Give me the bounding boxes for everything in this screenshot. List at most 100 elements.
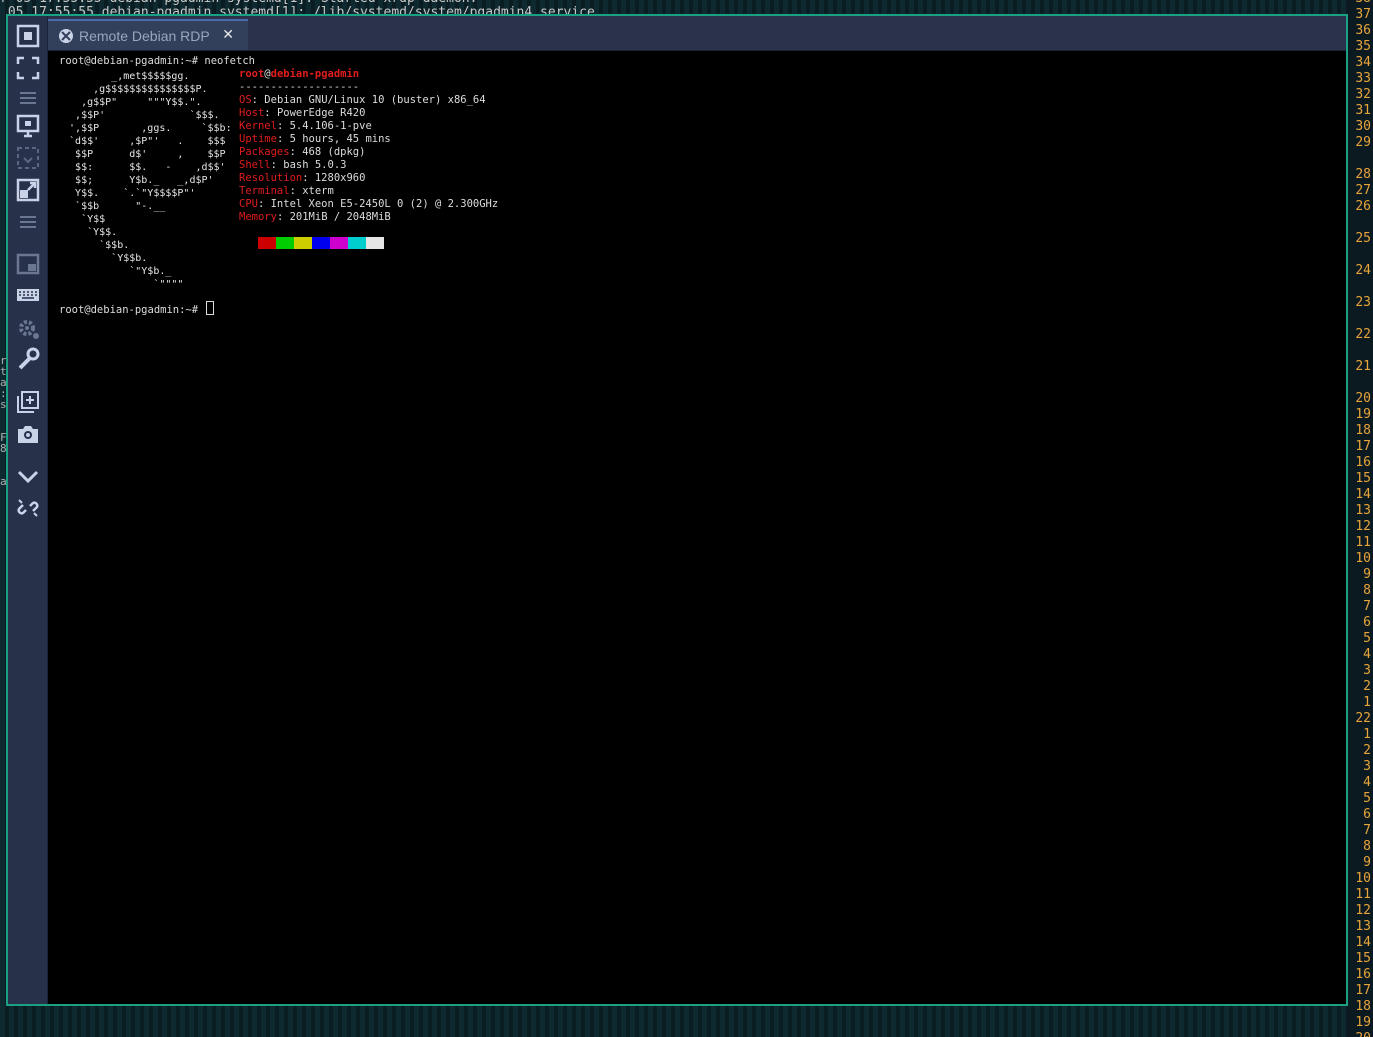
line-number: 22 [1355, 327, 1371, 342]
duplicate-icon[interactable] [15, 389, 41, 415]
line-number: 14 [1355, 487, 1371, 502]
info-key: Host [239, 107, 265, 119]
line-number: 18 [1355, 999, 1371, 1014]
color-swatch [312, 237, 330, 249]
line-number: 12 [1355, 903, 1371, 918]
line-number: 27 [1355, 183, 1371, 198]
line-number: 21 [1355, 359, 1371, 374]
info-line: Packages: 468 (dpkg) [239, 146, 365, 159]
line-number: 22 [1355, 711, 1371, 726]
menu-icon[interactable] [15, 85, 41, 111]
info-value: : 5 hours, 45 mins [276, 133, 391, 145]
line-number: 8 [1363, 583, 1371, 598]
line-number: 35 [1355, 39, 1371, 54]
line-number: 18 [1355, 423, 1371, 438]
line-number: 19 [1355, 407, 1371, 422]
info-key: OS [239, 94, 252, 106]
prompt-line: root@debian-pgadmin:~# neofetch [59, 55, 255, 67]
keyboard-icon[interactable] [15, 282, 41, 308]
line-number: 2 [1363, 679, 1371, 694]
info-line: Terminal: xterm [239, 185, 334, 198]
line-number: 10 [1355, 871, 1371, 886]
line-number: 9 [1363, 855, 1371, 870]
screenshot-icon[interactable] [15, 421, 41, 447]
info-value: : Intel Xeon E5-2450L 0 (2) @ 2.300GHz [257, 198, 499, 210]
line-number-gutter: 3837363534333231302928272625242322212019… [1346, 0, 1373, 1037]
info-line: Memory: 201MiB / 2048MiB [239, 211, 391, 224]
line-number: 1 [1363, 727, 1371, 742]
line-number: 5 [1363, 791, 1371, 806]
settings-icon[interactable] [15, 315, 41, 341]
info-key: CPU [239, 198, 258, 210]
line-number: 10 [1355, 551, 1371, 566]
line-number: 16 [1355, 967, 1371, 982]
info-key: Packages [239, 146, 290, 158]
info-line: Host: PowerEdge R420 [239, 107, 365, 120]
line-number: 29 [1355, 135, 1371, 150]
info-value: : 201MiB / 2048MiB [276, 211, 391, 223]
fit-window-icon[interactable] [15, 23, 41, 49]
minimize-icon[interactable] [15, 463, 41, 489]
info-key: Terminal [239, 185, 290, 197]
info-value: : 5.4.106-1-pve [276, 120, 372, 132]
tab-title: Remote Debian RDP [79, 27, 210, 44]
debian-ascii-logo: _,met$$$$$gg. ,g$$$$$$$$$$$$$$$P. ,g$$P"… [69, 71, 232, 290]
user-host-line: root@debian-pgadmin [239, 68, 359, 81]
line-number: 14 [1355, 935, 1371, 950]
info-value: : Debian GNU/Linux 10 (buster) x86_64 [251, 94, 486, 106]
info-value: : PowerEdge R420 [264, 107, 366, 119]
line-number: 15 [1355, 471, 1371, 486]
disconnect-icon[interactable] [15, 495, 41, 521]
color-swatch [276, 237, 294, 249]
scale-icon[interactable] [15, 113, 41, 139]
line-number: 3 [1363, 663, 1371, 678]
line-number: 25 [1355, 231, 1371, 246]
line-number: 4 [1363, 647, 1371, 662]
dynamic-resolution-icon[interactable] [15, 145, 41, 171]
info-key: Shell [239, 159, 271, 171]
line-number: 20 [1355, 1032, 1371, 1037]
line-number: 3 [1363, 759, 1371, 774]
remote-desktop-window: Remote Debian RDP ✕ root@debian-pgadmin:… [6, 14, 1348, 1006]
text-cursor [206, 301, 215, 315]
line-number: 9 [1363, 567, 1371, 582]
tools-icon[interactable] [15, 346, 41, 372]
info-line: Resolution: 1280x960 [239, 172, 365, 185]
line-number: 8 [1363, 839, 1371, 854]
info-line: Kernel: 5.4.106-1-pve [239, 120, 372, 133]
line-number: 5 [1363, 631, 1371, 646]
info-key: Uptime [239, 133, 277, 145]
menu-icon[interactable] [15, 209, 41, 235]
info-line: Uptime: 5 hours, 45 mins [239, 133, 391, 146]
user-name: root [239, 68, 265, 80]
info-value: : 468 (dpkg) [289, 146, 366, 158]
line-number: 33 [1355, 71, 1371, 86]
info-value: : bash 5.0.3 [270, 159, 347, 171]
host-name: debian-pgadmin [270, 68, 360, 80]
line-number: 31 [1355, 103, 1371, 118]
line-number: 2 [1363, 743, 1371, 758]
tab-close-button[interactable]: ✕ [222, 27, 234, 43]
fullscreen-icon[interactable] [15, 55, 41, 81]
info-value: : 1280x960 [302, 172, 366, 184]
info-value: : xterm [289, 185, 334, 197]
line-number: 36 [1355, 23, 1371, 38]
info-key: Memory [239, 211, 277, 223]
prompt-line-2: root@debian-pgadmin:~# [59, 301, 215, 317]
line-number: 7 [1363, 599, 1371, 614]
line-number: 6 [1363, 807, 1371, 822]
line-number: 34 [1355, 55, 1371, 70]
line-number: 1 [1363, 695, 1371, 710]
terminal-screen[interactable]: root@debian-pgadmin:~# neofetch _,met$$$… [48, 51, 1346, 1004]
line-number: 19 [1355, 1015, 1371, 1030]
info-line: CPU: Intel Xeon E5-2450L 0 (2) @ 2.300GH… [239, 198, 498, 211]
color-swatch [348, 237, 366, 249]
line-number: 13 [1355, 503, 1371, 518]
tab-remote-debian-rdp[interactable]: Remote Debian RDP ✕ [48, 19, 248, 50]
multimonitor-icon[interactable] [15, 251, 41, 277]
line-number: 24 [1355, 263, 1371, 278]
line-number: 13 [1355, 919, 1371, 934]
remmina-toolbar [8, 16, 48, 1004]
line-number: 15 [1355, 951, 1371, 966]
resize-icon[interactable] [15, 177, 41, 203]
